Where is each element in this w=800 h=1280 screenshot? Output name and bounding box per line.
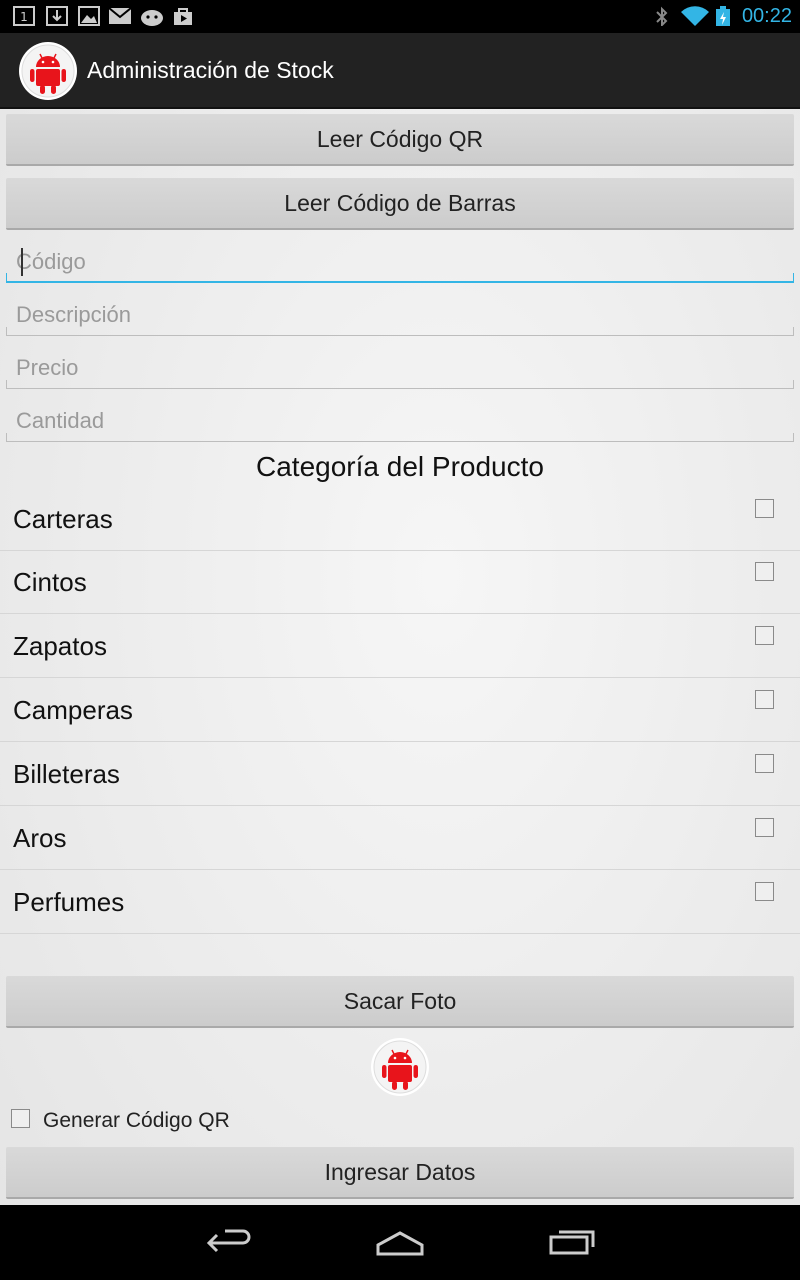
generate-qr-label[interactable]: Generar Código QR bbox=[43, 1109, 230, 1133]
back-icon[interactable] bbox=[205, 1227, 253, 1257]
price-field[interactable] bbox=[6, 349, 794, 389]
read-barcode-button[interactable]: Leer Código de Barras bbox=[6, 178, 794, 230]
category-label: Carteras bbox=[13, 504, 113, 534]
status-bar: 1 00:22 bbox=[0, 0, 800, 33]
category-item-zapatos[interactable]: Zapatos bbox=[0, 615, 800, 678]
download-icon bbox=[46, 6, 68, 26]
category-item-cintos[interactable]: Cintos bbox=[0, 551, 800, 614]
description-underline bbox=[6, 327, 794, 336]
category-checkbox[interactable] bbox=[755, 626, 774, 645]
read-qr-button[interactable]: Leer Código QR bbox=[6, 114, 794, 166]
action-bar: Administración de Stock bbox=[0, 33, 800, 109]
take-photo-button[interactable]: Sacar Foto bbox=[6, 976, 794, 1028]
category-label: Cintos bbox=[13, 567, 87, 597]
category-checkbox[interactable] bbox=[755, 818, 774, 837]
clock: 00:22 bbox=[741, 5, 792, 27]
submit-button[interactable]: Ingresar Datos bbox=[6, 1147, 794, 1199]
app-title: Administración de Stock bbox=[87, 57, 334, 83]
app-logo-icon[interactable] bbox=[18, 41, 78, 101]
category-label: Camperas bbox=[13, 695, 133, 725]
category-heading: Categoría del Producto bbox=[256, 451, 544, 482]
text-cursor bbox=[21, 248, 23, 276]
recent-apps-icon[interactable] bbox=[547, 1227, 597, 1257]
product-photo-image bbox=[371, 1038, 429, 1096]
code-underline bbox=[6, 273, 794, 283]
category-label: Aros bbox=[13, 823, 67, 853]
category-label: Billeteras bbox=[13, 759, 120, 789]
battery-charging-icon bbox=[716, 6, 730, 26]
wifi-icon bbox=[681, 6, 709, 26]
category-item-carteras[interactable]: Carteras bbox=[0, 488, 800, 551]
generate-qr-checkbox[interactable] bbox=[11, 1109, 30, 1128]
category-item-aros[interactable]: Aros bbox=[0, 807, 800, 870]
category-checkbox[interactable] bbox=[755, 499, 774, 518]
image-icon bbox=[78, 6, 100, 26]
price-underline bbox=[6, 380, 794, 389]
navigation-bar bbox=[0, 1205, 800, 1280]
description-field[interactable] bbox=[6, 296, 794, 336]
category-checkbox[interactable] bbox=[755, 690, 774, 709]
quantity-underline bbox=[6, 433, 794, 442]
home-icon[interactable] bbox=[375, 1227, 425, 1257]
category-checkbox[interactable] bbox=[755, 562, 774, 581]
bluetooth-icon bbox=[656, 6, 668, 26]
category-item-camperas[interactable]: Camperas bbox=[0, 679, 800, 742]
category-checkbox[interactable] bbox=[755, 754, 774, 773]
quantity-field[interactable] bbox=[6, 402, 794, 442]
category-item-perfumes[interactable]: Perfumes bbox=[0, 871, 800, 934]
category-label: Perfumes bbox=[13, 887, 125, 917]
code-field[interactable] bbox=[6, 243, 794, 283]
store-icon bbox=[174, 8, 192, 25]
category-label: Zapatos bbox=[13, 631, 107, 661]
android-icon bbox=[141, 10, 163, 26]
mail-icon bbox=[108, 7, 132, 24]
category-item-billeteras[interactable]: Billeteras bbox=[0, 743, 800, 806]
category-checkbox[interactable] bbox=[755, 882, 774, 901]
svg-text:1: 1 bbox=[20, 10, 28, 24]
notification-1-icon: 1 bbox=[13, 6, 35, 26]
